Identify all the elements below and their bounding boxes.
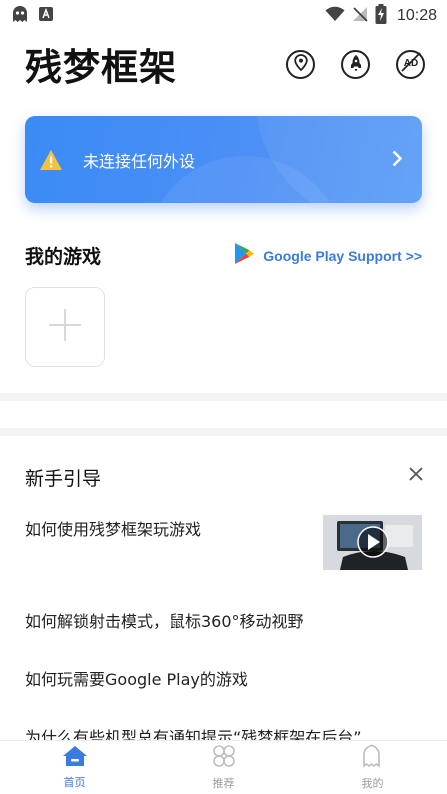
tab-recommend-label: 推荐 [212,777,235,790]
device-status-text: 未连接任何外设 [83,151,196,171]
my-games-title: 我的游戏 [25,246,102,268]
close-icon[interactable] [409,466,423,485]
guide-title: 新手引导 [25,468,102,490]
header: 残梦框架 AD [25,38,425,90]
google-play-support-label: Google Play Support >> [263,247,422,264]
video-thumbnail[interactable] [323,515,422,570]
ad-block-button[interactable]: AD [396,49,425,79]
location-pin-icon [293,53,308,75]
warning-icon [39,149,63,171]
tab-home-label: 首页 [63,776,86,789]
ghost-icon [362,744,384,772]
tab-home[interactable]: 首页 [0,741,149,794]
page-title: 残梦框架 [25,46,177,89]
guide-item[interactable]: 如何解锁射击模式，鼠标360°移动视野 [25,608,304,632]
status-bar: 10:28 [0,0,447,32]
no-signal-icon [351,5,369,27]
tab-recommend[interactable]: 推荐 [149,741,298,794]
tab-profile[interactable]: 我的 [298,741,447,794]
guide-item[interactable]: 如何玩需要Google Play的游戏 [25,666,248,690]
section-divider [0,428,447,436]
rocket-button[interactable] [341,49,370,79]
a-notification-icon [38,6,54,26]
tab-profile-label: 我的 [361,777,384,790]
status-time: 10:28 [396,7,437,24]
google-play-icon [234,242,255,269]
rocket-icon [349,54,363,75]
add-game-button[interactable] [25,287,105,367]
google-play-support-link[interactable]: Google Play Support >> [234,242,422,269]
bottom-nav: 首页 推荐 我的 [0,740,447,794]
plus-icon [48,308,82,346]
battery-charging-icon [375,4,387,28]
ghost-app-icon [10,4,30,28]
home-icon [62,745,88,771]
section-divider [0,393,447,401]
no-ads-icon: AD [400,51,422,77]
guide-item[interactable]: 如何使用残梦框架玩游戏 [25,516,201,540]
clover-icon [212,744,236,772]
location-button[interactable] [286,49,315,79]
chevron-right-icon [392,150,403,171]
device-connection-card[interactable]: 未连接任何外设 [25,116,422,203]
wifi-icon [325,6,345,26]
